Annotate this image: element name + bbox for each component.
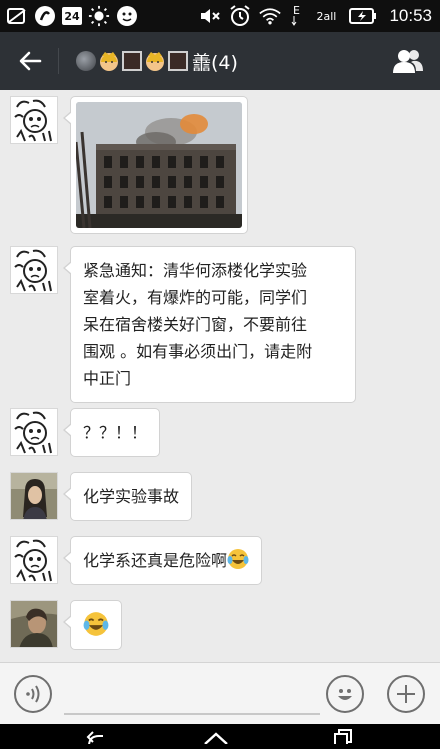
message-item: 化学系还真是危险啊 — [10, 536, 263, 585]
message-text: ？？！！ — [83, 423, 148, 442]
people-icon — [393, 50, 423, 73]
data-arrows-icon: E — [289, 5, 303, 27]
title-emoji-princess — [144, 50, 166, 72]
plus-icon — [397, 685, 415, 703]
tears-of-joy-emoji — [83, 611, 109, 637]
emoji-message-bubble[interactable] — [63, 600, 122, 650]
message-item: ？？！！ — [10, 408, 161, 457]
back-nav-button[interactable] — [66, 724, 126, 749]
avatar[interactable] — [10, 96, 58, 144]
tears-of-joy-emoji — [227, 548, 249, 570]
recents-nav-button[interactable] — [310, 724, 370, 749]
message-item — [10, 600, 122, 650]
signal-icon: 2all — [316, 9, 337, 23]
calendar-icon: 24 — [62, 7, 82, 25]
back-button[interactable] — [12, 45, 48, 77]
recents-nav-icon — [334, 729, 352, 744]
arrow-left-icon — [19, 51, 42, 71]
battery-charging-icon — [349, 5, 377, 27]
home-nav-icon — [204, 732, 228, 744]
smiley-icon — [338, 689, 352, 700]
avatar[interactable] — [10, 600, 58, 648]
home-nav-button[interactable] — [186, 724, 246, 749]
message-line: 室着火，有爆炸的可能，同学们 — [83, 288, 308, 307]
title-text: 譱(4) — [192, 51, 238, 74]
text-message-bubble[interactable]: 化学系还真是危险啊 — [62, 536, 263, 585]
input-bar — [0, 662, 440, 724]
title-divider — [58, 48, 59, 74]
clock: 10:53 — [389, 6, 432, 25]
title-unknown-glyph — [168, 51, 188, 71]
sun-icon — [88, 5, 110, 27]
group-members-button[interactable] — [388, 45, 428, 77]
message-item: 紧急通知：清华何添楼化学实验 室着火，有爆炸的可能，同学们 呆在宿舍楼关好门窗，… — [10, 246, 356, 403]
mute-icon — [199, 5, 221, 27]
voice-button[interactable] — [14, 675, 52, 713]
avatar[interactable] — [10, 408, 58, 456]
message-input[interactable] — [64, 677, 320, 715]
message-line: 紧急通知：清华何添楼化学实验 — [83, 261, 308, 280]
app-notification-icon — [34, 5, 56, 27]
more-button[interactable] — [387, 675, 425, 713]
message-line: 中正门 — [83, 369, 132, 388]
title-emoji-princess — [98, 50, 120, 72]
face-notification-icon — [116, 5, 138, 27]
message-text: 化学系还真是危险啊 — [83, 551, 228, 570]
text-message-bubble[interactable]: 紧急通知：清华何添楼化学实验 室着火，有爆炸的可能，同学们 呆在宿舍楼关好门窗，… — [63, 246, 356, 403]
avatar[interactable] — [10, 536, 58, 584]
message-list[interactable]: 紧急通知：清华何添楼化学实验 室着火，有爆炸的可能，同学们 呆在宿舍楼关好门窗，… — [0, 90, 440, 662]
system-nav-bar — [0, 724, 440, 749]
no-sim-icon — [6, 5, 28, 27]
alarm-icon — [229, 5, 251, 27]
back-nav-icon — [86, 731, 103, 744]
chat-title: 譱(4) — [76, 44, 238, 78]
title-bar: 譱(4) — [0, 32, 440, 90]
image-message-bubble[interactable] — [63, 96, 248, 234]
emoji-button[interactable] — [326, 675, 364, 713]
avatar[interactable] — [10, 472, 58, 520]
text-message-bubble[interactable]: ？？！！ — [62, 408, 161, 457]
fire-building-photo[interactable] — [76, 102, 242, 228]
wifi-icon — [259, 5, 282, 27]
message-text: 化学实验事故 — [83, 487, 180, 506]
avatar[interactable] — [10, 246, 58, 294]
title-unknown-glyph — [122, 51, 142, 71]
message-line: 围观 。如有事必须出门，请走附 — [83, 342, 313, 361]
text-message-bubble[interactable]: 化学实验事故 — [62, 472, 193, 521]
title-emoji-moon — [76, 51, 96, 71]
message-item — [10, 96, 248, 234]
message-item: 化学实验事故 — [10, 472, 193, 521]
status-bar: 24 E 2all 10:53 — [0, 0, 440, 32]
voice-icon — [26, 685, 40, 703]
message-line: 呆在宿舍楼关好门窗，不要前往 — [83, 315, 308, 334]
